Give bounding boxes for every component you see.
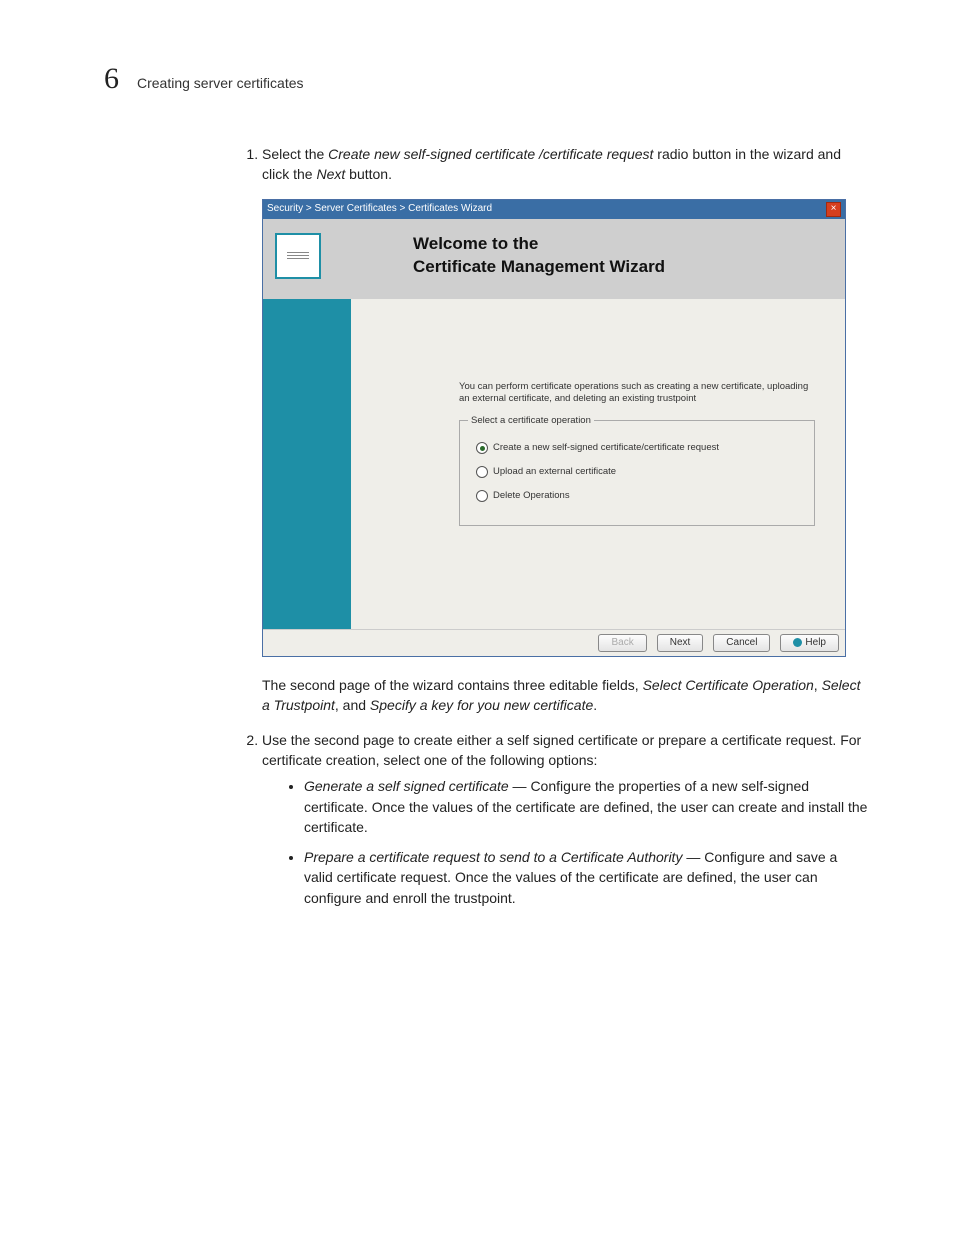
wizard-followup-text: The second page of the wizard contains t… [262,675,868,716]
chapter-number: 6 [104,62,119,96]
para2-c1: , [814,677,822,693]
back-button-label: Back [611,636,633,651]
wizard-footer: Back Next Cancel Help [263,629,845,657]
radio-upload-external[interactable]: Upload an external certificate [476,465,802,479]
step-2: Use the second page to create either a s… [262,730,868,908]
step1-text-pre: Select the [262,146,328,162]
step-1: Select the Create new self-signed certif… [262,144,868,716]
wizard-window: Security > Server Certificates > Certifi… [262,199,846,658]
wizard-title: Welcome to the Certificate Management Wi… [413,233,665,279]
radio-delete-operations[interactable]: Delete Operations [476,489,802,503]
wizard-main: You can perform certificate operations s… [351,299,845,629]
breadcrumb: Security > Server Certificates > Certifi… [267,202,492,217]
radio-label: Upload an external certificate [493,465,616,479]
step1-italic2: Next [316,166,345,182]
back-button[interactable]: Back [598,634,646,653]
bullet2-title: Prepare a certificate request to send to… [304,849,682,865]
wizard-title-line1: Welcome to the [413,233,665,256]
step1-text-post: button. [345,166,392,182]
help-icon [793,638,802,647]
bullet1-title: Generate a self signed certificate [304,778,509,794]
page-header: 6 Creating server certificates [86,62,868,96]
step1-italic1: Create new self-signed certificate /cert… [328,146,653,162]
help-button-label: Help [805,636,826,651]
para2-i1: Select Certificate Operation [643,677,814,693]
cancel-button[interactable]: Cancel [713,634,770,653]
certificate-icon [275,233,321,279]
radio-label: Delete Operations [493,489,570,503]
radio-create-new[interactable]: Create a new self-signed certificate/cer… [476,441,802,455]
para2-pre: The second page of the wizard contains t… [262,677,643,693]
next-button-label: Next [670,636,691,651]
wizard-sidebar [263,299,351,629]
bullet-generate-self-signed: Generate a self signed certificate — Con… [304,776,868,837]
wizard-description: You can perform certificate operations s… [459,381,821,407]
operation-fieldset: Select a certificate operation Create a … [459,420,815,525]
next-button[interactable]: Next [657,634,704,653]
bullet-prepare-request: Prepare a certificate request to send to… [304,847,868,908]
wizard-titlebar: Security > Server Certificates > Certifi… [263,200,845,219]
chapter-title: Creating server certificates [137,75,304,91]
cancel-button-label: Cancel [726,636,757,651]
radio-icon [476,442,488,454]
para2-c2: , and [335,697,370,713]
radio-icon [476,466,488,478]
wizard-body: You can perform certificate operations s… [263,299,845,629]
para2-i3: Specify a key for you new certificate [370,697,593,713]
fieldset-legend: Select a certificate operation [468,414,594,428]
radio-label: Create a new self-signed certificate/cer… [493,441,719,455]
radio-icon [476,490,488,502]
wizard-title-line2: Certificate Management Wizard [413,256,665,279]
close-icon[interactable]: × [826,202,841,217]
help-button[interactable]: Help [780,634,839,653]
wizard-header: Welcome to the Certificate Management Wi… [263,219,845,299]
para2-post: . [593,697,597,713]
step2-text: Use the second page to create either a s… [262,732,861,768]
